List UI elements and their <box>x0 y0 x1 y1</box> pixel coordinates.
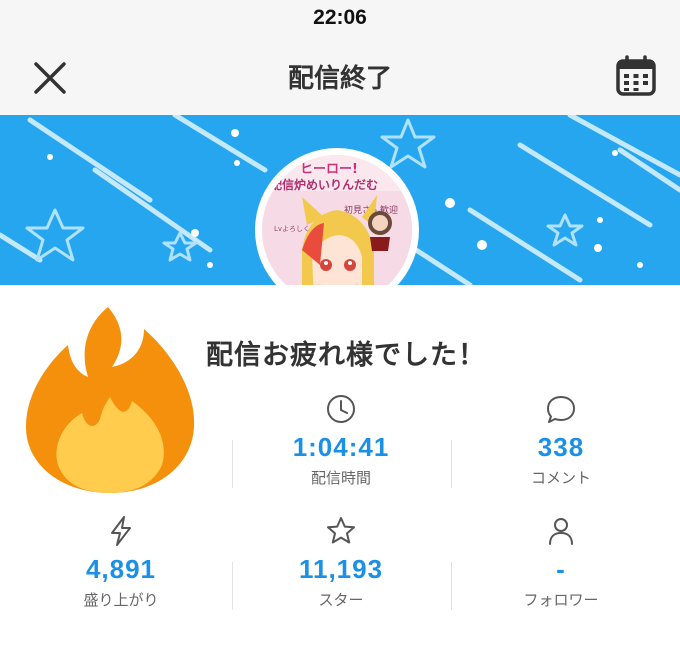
avatar-text-line-1: ヒーロー! <box>300 162 358 177</box>
excitement-label: 盛り上がり <box>83 591 159 609</box>
lightning-icon <box>111 516 131 546</box>
fire-icon <box>26 307 195 493</box>
thanks-message: 配信お疲れ様でした！ <box>206 340 486 371</box>
divider <box>232 440 233 488</box>
status-bar: 22:06 <box>0 0 680 40</box>
avatar: ヒーロー! 配信炉めいりんだむ 初見さん歓迎 Lvよろしくお願いします <box>255 148 425 312</box>
broadcast-time-label: 配信時間 <box>310 469 371 487</box>
navigation-bar: 配信終了 <box>0 40 680 115</box>
stat-comments: 338 コメント <box>448 392 674 488</box>
comment-icon <box>547 396 575 423</box>
comments-label: コメント <box>530 469 591 487</box>
stat-excitement: 4,891 盛り上がり <box>8 514 234 610</box>
page-title: 配信終了 <box>287 64 392 94</box>
divider <box>232 562 233 610</box>
stars-value: 11,193 <box>298 554 384 584</box>
followers-value: - <box>556 554 566 584</box>
stat-followers: - フォロワー <box>448 514 674 610</box>
status-time: 22:06 <box>313 6 367 29</box>
clock-icon <box>327 395 355 423</box>
avatar-text-line-2: 配信炉めいりんだむ <box>270 177 378 192</box>
stars-label: スター <box>318 591 364 609</box>
stat-stars: 11,193 スター <box>228 514 454 610</box>
broadcast-time-value: 1:04:41 <box>292 432 390 462</box>
avatar-image: ヒーロー! 配信炉めいりんだむ 初見さん歓迎 Lvよろしくお願いします <box>262 155 412 305</box>
calendar-icon[interactable] <box>614 54 658 98</box>
excitement-value: 4,891 <box>85 554 157 584</box>
comments-value: 338 <box>537 432 585 462</box>
divider <box>451 562 452 610</box>
star-icon <box>327 517 355 544</box>
person-icon <box>549 518 573 545</box>
stat-broadcast-time: 1:04:41 配信時間 <box>228 392 454 488</box>
followers-label: フォロワー <box>523 591 599 609</box>
divider <box>451 440 452 488</box>
